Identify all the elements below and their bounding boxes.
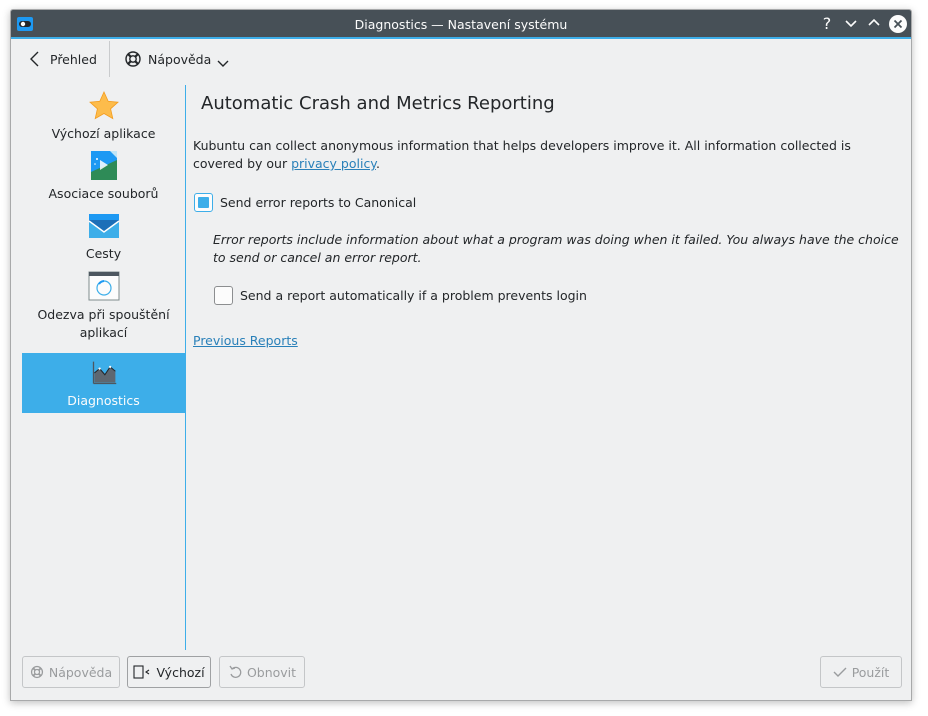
chevron-down-icon xyxy=(845,20,857,28)
title-bar[interactable]: Diagnostics — Nastavení systému ? xyxy=(11,10,911,39)
chevron-up-icon xyxy=(868,18,880,26)
sidebar-item-label: Diagnostics xyxy=(67,393,140,408)
sidebar: Výchozí aplikace Asociace souborů Cesty xyxy=(22,85,185,650)
sidebar-item-launch-feedback[interactable]: Odezva při spouštění aplikací xyxy=(22,270,185,348)
sidebar-item-paths[interactable]: Cesty xyxy=(22,210,185,266)
previous-reports-link[interactable]: Previous Reports xyxy=(193,333,298,348)
help-button-label: Nápověda xyxy=(48,664,113,680)
error-reports-note: Error reports include information about … xyxy=(213,232,899,265)
folder-mail-icon xyxy=(88,214,119,238)
bottom-button-bar: Nápověda Výchozí Obnovit Použít xyxy=(11,656,911,692)
sidebar-item-diagnostics[interactable]: Diagnostics xyxy=(22,353,185,413)
apply-button-label: Použít xyxy=(851,664,890,680)
checkmark-icon xyxy=(833,667,847,677)
auto-report-checkbox[interactable] xyxy=(214,286,233,305)
help-menu-label: Nápověda xyxy=(148,51,212,67)
chevron-down-icon xyxy=(217,60,229,67)
diagnostics-chart-icon xyxy=(92,361,116,385)
apply-button[interactable]: Použít xyxy=(820,656,902,688)
help-button[interactable]: Nápověda xyxy=(22,656,120,688)
reset-button-label: Obnovit xyxy=(246,664,297,680)
close-button[interactable] xyxy=(889,15,907,33)
system-settings-window: Diagnostics — Nastavení systému ? Přehle… xyxy=(10,9,912,701)
send-error-reports-label: Send error reports to Canonical xyxy=(220,195,417,210)
sidebar-item-file-associations[interactable]: Asociace souborů xyxy=(22,150,185,206)
auto-report-label: Send a report automatically if a problem… xyxy=(240,288,587,303)
help-menu-button[interactable]: Nápověda xyxy=(124,41,229,77)
privacy-policy-link[interactable]: privacy policy xyxy=(291,156,376,171)
defaults-button[interactable]: Výchozí xyxy=(127,656,211,688)
defaults-button-label: Výchozí xyxy=(156,664,205,680)
file-associations-icon xyxy=(90,151,117,180)
auto-report-option[interactable]: Send a report automatically if a problem… xyxy=(214,286,587,305)
document-revert-icon xyxy=(133,665,150,679)
send-error-reports-checkbox[interactable] xyxy=(194,193,213,212)
launch-feedback-icon xyxy=(88,271,119,301)
sidebar-item-default-applications[interactable]: Výchozí aplikace xyxy=(22,90,185,146)
page-title: Automatic Crash and Metrics Reporting xyxy=(201,93,555,114)
minimize-button[interactable] xyxy=(842,15,860,33)
toolbar-separator xyxy=(109,41,110,77)
back-overview-label: Přehled xyxy=(50,51,97,67)
sidebar-item-label: Asociace souborů xyxy=(48,186,159,201)
lifebuoy-icon xyxy=(125,51,141,67)
sidebar-item-label: Odezva při spouštění aplikací xyxy=(37,307,170,340)
help-question-icon[interactable]: ? xyxy=(818,15,836,33)
star-icon xyxy=(88,91,119,120)
intro-end: . xyxy=(375,156,380,171)
lifebuoy-icon xyxy=(30,665,43,679)
chevron-left-icon xyxy=(30,51,39,67)
top-toolbar: Přehled Nápověda xyxy=(11,41,911,77)
window-title: Diagnostics — Nastavení systému xyxy=(354,17,568,32)
undo-icon xyxy=(229,665,242,678)
reset-button[interactable]: Obnovit xyxy=(219,656,305,688)
back-overview-button[interactable]: Přehled xyxy=(29,41,97,77)
sidebar-divider xyxy=(185,85,186,650)
send-error-reports-option[interactable]: Send error reports to Canonical xyxy=(194,193,416,212)
intro-paragraph: Kubuntu can collect anonymous informatio… xyxy=(193,137,893,173)
maximize-button[interactable] xyxy=(865,15,883,33)
sidebar-item-label: Výchozí aplikace xyxy=(51,126,156,141)
sidebar-item-label: Cesty xyxy=(85,246,122,261)
close-icon xyxy=(893,19,903,29)
